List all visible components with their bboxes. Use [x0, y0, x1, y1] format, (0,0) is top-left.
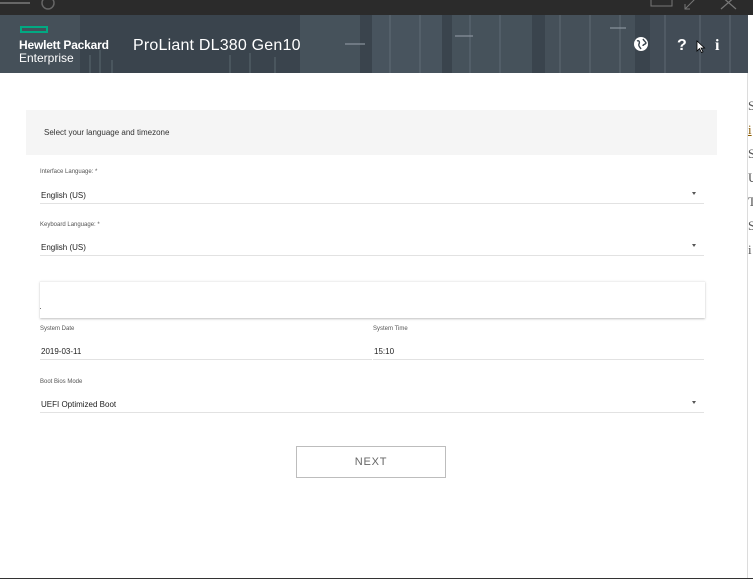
system-date-label: System Date: [40, 326, 75, 332]
keyboard-language-select[interactable]: English (US): [40, 240, 704, 256]
system-time-label: System Time: [373, 326, 408, 332]
resize-window-icon[interactable]: [683, 0, 697, 10]
restore-window-icon[interactable]: [650, 0, 674, 8]
dropdown-caret-icon: [692, 192, 696, 195]
background-text: T: [748, 194, 753, 209]
mouse-pointer-icon: [696, 40, 706, 54]
boot-mode-label: Boot Bios Mode: [40, 379, 83, 385]
header-banner: Hewlett Packard Enterprise ProLiant DL38…: [0, 15, 748, 73]
system-date-value: 2019-03-11: [41, 347, 82, 356]
globe-icon[interactable]: [633, 36, 649, 52]
dropdown-caret-icon: [692, 401, 696, 404]
interface-language-label: Interface Language: *: [40, 169, 98, 175]
brand-name-line1: Hewlett Packard: [19, 38, 109, 52]
system-time-field[interactable]: 15:10: [373, 344, 704, 360]
hpe-logo-bar: [20, 26, 48, 33]
window-bottom-border: [0, 578, 753, 584]
background-text: S: [748, 98, 753, 113]
info-icon[interactable]: i: [715, 37, 719, 55]
interface-language-select[interactable]: English (US): [40, 188, 704, 204]
dropdown-caret-icon: [692, 244, 696, 247]
app-logo-icon: [0, 0, 55, 10]
keyboard-language-value: English (US): [41, 243, 86, 252]
help-icon[interactable]: ?: [677, 37, 687, 55]
close-window-icon[interactable]: [720, 0, 740, 10]
background-text: U: [748, 170, 753, 185]
section-header: Select your language and timezone: [26, 110, 717, 155]
background-text: S: [748, 146, 753, 161]
keyboard-language-label: Keyboard Language: *: [40, 222, 100, 228]
window-titlebar: [0, 0, 753, 15]
brand-name-line2: Enterprise: [19, 51, 74, 65]
system-time-value: 15:10: [374, 347, 395, 356]
product-title: ProLiant DL380 Gen10: [133, 37, 301, 54]
background-text: i: [748, 242, 752, 257]
boot-mode-select[interactable]: UEFI Optimized Boot: [40, 397, 704, 413]
boot-mode-value: UEFI Optimized Boot: [41, 400, 117, 409]
timezone-panel[interactable]: [40, 281, 705, 318]
panel-marker: [40, 308, 41, 309]
next-button[interactable]: NEXT: [296, 446, 446, 478]
window-right-border: [747, 73, 748, 578]
system-date-field[interactable]: 2019-03-11: [40, 344, 372, 360]
background-text: S: [748, 218, 753, 233]
background-text: i: [748, 122, 752, 137]
interface-language-value: English (US): [41, 191, 86, 200]
section-title: Select your language and timezone: [44, 128, 170, 137]
